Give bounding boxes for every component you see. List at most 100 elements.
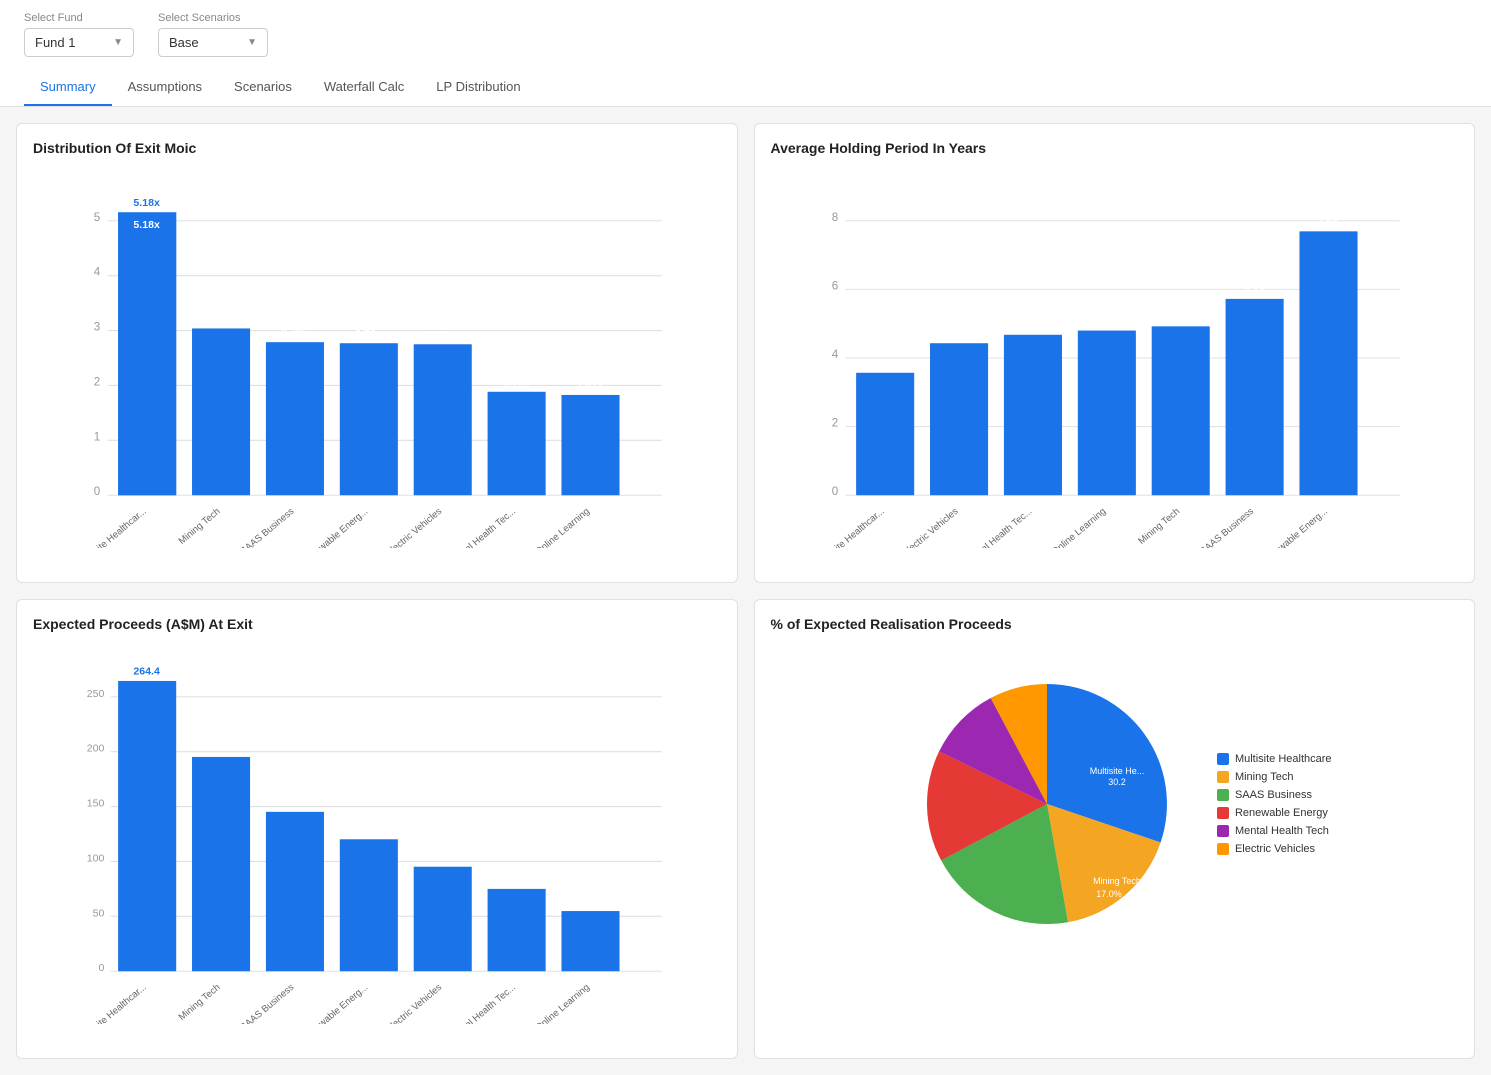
svg-text:8: 8 bbox=[831, 211, 837, 224]
svg-text:0: 0 bbox=[94, 485, 100, 498]
svg-text:3: 3 bbox=[94, 321, 100, 334]
chart-expected-proceeds: Expected Proceeds (A$M) At Exit 0 50 100… bbox=[16, 599, 738, 1059]
svg-text:30.2: 30.2 bbox=[1108, 777, 1126, 787]
svg-text:Electric Vehicles: Electric Vehicles bbox=[384, 506, 444, 548]
legend-label-electric: Electric Vehicles bbox=[1235, 843, 1315, 855]
legend-item-electric: Electric Vehicles bbox=[1217, 843, 1332, 855]
chart-realisation-proceeds: % of Expected Realisation Proceeds bbox=[754, 599, 1476, 1059]
chart2-container: 0 2 4 6 8 3.56 4.42 4.68 bbox=[771, 168, 1459, 548]
svg-text:Mental Health Tec...: Mental Health Tec... bbox=[447, 506, 518, 548]
svg-text:4.68: 4.68 bbox=[1022, 319, 1043, 331]
legend-label-multisite: Multisite Healthcare bbox=[1235, 753, 1332, 765]
svg-text:17.0%: 17.0% bbox=[1096, 889, 1122, 899]
svg-text:100: 100 bbox=[87, 852, 105, 864]
svg-text:Renewable Energ...: Renewable Energ... bbox=[299, 506, 370, 548]
svg-text:150: 150 bbox=[87, 798, 105, 810]
svg-text:Renewable Energ...: Renewable Energ... bbox=[299, 982, 370, 1024]
svg-text:Mining Tech: Mining Tech bbox=[1136, 506, 1182, 547]
svg-text:Electric Vehicles: Electric Vehicles bbox=[384, 982, 444, 1024]
scenario-label: Select Scenarios bbox=[158, 12, 268, 24]
legend-label-mental: Mental Health Tech bbox=[1235, 825, 1329, 837]
main-content: Distribution Of Exit Moic 0 1 2 3 4 5 bbox=[0, 107, 1491, 1075]
svg-text:Online Learning: Online Learning bbox=[533, 506, 591, 548]
svg-text:3.56: 3.56 bbox=[874, 357, 895, 369]
scenario-selector-group: Select Scenarios Base ▼ bbox=[158, 12, 268, 57]
svg-text:Multisite He...: Multisite He... bbox=[1090, 766, 1145, 776]
pie-section: Multisite He... 30.2 Mining Tech 17.0% M… bbox=[771, 644, 1459, 964]
chart4-title: % of Expected Realisation Proceeds bbox=[771, 616, 1459, 632]
legend-label-renewable: Renewable Energy bbox=[1235, 807, 1328, 819]
legend-item-saas: SAAS Business bbox=[1217, 789, 1332, 801]
fund-selector-group: Select Fund Fund 1 ▼ bbox=[24, 12, 134, 57]
fund-value: Fund 1 bbox=[35, 35, 75, 50]
svg-text:5: 5 bbox=[94, 211, 100, 224]
svg-text:Multisite Healthcar...: Multisite Healthcar... bbox=[76, 506, 149, 548]
svg-text:2: 2 bbox=[831, 417, 837, 430]
svg-text:4: 4 bbox=[831, 348, 838, 361]
svg-text:4.92: 4.92 bbox=[1169, 311, 1190, 323]
svg-text:4.8: 4.8 bbox=[1098, 315, 1113, 327]
tab-assumptions[interactable]: Assumptions bbox=[112, 69, 218, 106]
chevron-down-icon: ▼ bbox=[247, 37, 257, 48]
legend-color-renewable bbox=[1217, 807, 1229, 819]
svg-text:2.79x: 2.79x bbox=[281, 327, 308, 339]
svg-text:6: 6 bbox=[831, 279, 837, 292]
svg-text:Mental Health Tec...: Mental Health Tec... bbox=[963, 506, 1034, 548]
svg-text:3.03x: 3.03x bbox=[207, 313, 234, 325]
legend-item-multisite: Multisite Healthcare bbox=[1217, 753, 1332, 765]
selectors-row: Select Fund Fund 1 ▼ Select Scenarios Ba… bbox=[24, 12, 1467, 69]
legend-color-mental bbox=[1217, 825, 1229, 837]
scenario-value: Base bbox=[169, 35, 199, 50]
tab-waterfall-calc[interactable]: Waterfall Calc bbox=[308, 69, 420, 106]
svg-text:1.82x: 1.82x bbox=[577, 380, 604, 392]
svg-text:Mining Tech: Mining Tech bbox=[1093, 876, 1141, 886]
chart2-svg: 0 2 4 6 8 3.56 4.42 4.68 bbox=[771, 168, 1459, 548]
tab-summary[interactable]: Summary bbox=[24, 69, 112, 106]
fund-dropdown[interactable]: Fund 1 ▼ bbox=[24, 28, 134, 57]
legend-label-saas: SAAS Business bbox=[1235, 789, 1312, 801]
svg-text:1: 1 bbox=[94, 430, 100, 443]
chart2-title: Average Holding Period In Years bbox=[771, 140, 1459, 156]
svg-text:5.18x: 5.18x bbox=[133, 197, 160, 209]
pie-legend: Multisite Healthcare Mining Tech SAAS Bu… bbox=[1217, 753, 1332, 855]
svg-text:1.89x: 1.89x bbox=[503, 376, 530, 388]
svg-text:4.42: 4.42 bbox=[948, 328, 969, 340]
svg-text:0: 0 bbox=[99, 962, 105, 974]
tab-lp-distribution[interactable]: LP Distribution bbox=[420, 69, 536, 106]
scenario-dropdown[interactable]: Base ▼ bbox=[158, 28, 268, 57]
tab-scenarios[interactable]: Scenarios bbox=[218, 69, 308, 106]
svg-text:Electric Vehicles: Electric Vehicles bbox=[900, 506, 960, 548]
chart-holding-period: Average Holding Period In Years 0 2 4 6 … bbox=[754, 123, 1476, 583]
chart1-title: Distribution Of Exit Moic bbox=[33, 140, 721, 156]
pie-chart-svg: Multisite He... 30.2 Mining Tech 17.0% bbox=[897, 654, 1197, 954]
svg-text:SAAS Business: SAAS Business bbox=[1197, 506, 1255, 548]
chart3-title: Expected Proceeds (A$M) At Exit bbox=[33, 616, 721, 632]
top-bar: Select Fund Fund 1 ▼ Select Scenarios Ba… bbox=[0, 0, 1491, 107]
fund-label: Select Fund bbox=[24, 12, 134, 24]
svg-text:50: 50 bbox=[93, 907, 105, 919]
svg-text:SAAS Business: SAAS Business bbox=[238, 506, 296, 548]
legend-item-renewable: Renewable Energy bbox=[1217, 807, 1332, 819]
svg-text:Multisite Healthcar...: Multisite Healthcar... bbox=[76, 982, 149, 1024]
svg-text:0: 0 bbox=[831, 485, 837, 498]
svg-text:200: 200 bbox=[87, 743, 105, 755]
chart-exit-moic: Distribution Of Exit Moic 0 1 2 3 4 5 bbox=[16, 123, 738, 583]
svg-text:250: 250 bbox=[87, 688, 105, 700]
svg-text:264.4: 264.4 bbox=[133, 666, 160, 678]
chart3-container: 0 50 100 150 200 250 264.4 bbox=[33, 644, 721, 1024]
chart1-svg: 0 1 2 3 4 5 5.18x 5.18x 5.1 bbox=[33, 168, 721, 548]
svg-text:4: 4 bbox=[94, 266, 101, 279]
legend-item-mental: Mental Health Tech bbox=[1217, 825, 1332, 837]
svg-text:SAAS Business: SAAS Business bbox=[238, 982, 296, 1024]
svg-text:Mining Tech: Mining Tech bbox=[177, 506, 223, 547]
svg-text:2: 2 bbox=[94, 375, 100, 388]
svg-text:Multisite Healthcar...: Multisite Healthcar... bbox=[813, 506, 886, 548]
svg-text:7.68: 7.68 bbox=[1317, 216, 1338, 228]
svg-text:Mental Health Tec...: Mental Health Tec... bbox=[447, 982, 518, 1024]
legend-color-electric bbox=[1217, 843, 1229, 855]
legend-color-saas bbox=[1217, 789, 1229, 801]
svg-text:Online Learning: Online Learning bbox=[1049, 506, 1107, 548]
svg-text:5.73: 5.73 bbox=[1243, 284, 1264, 296]
legend-item-mining: Mining Tech bbox=[1217, 771, 1332, 783]
legend-color-mining bbox=[1217, 771, 1229, 783]
